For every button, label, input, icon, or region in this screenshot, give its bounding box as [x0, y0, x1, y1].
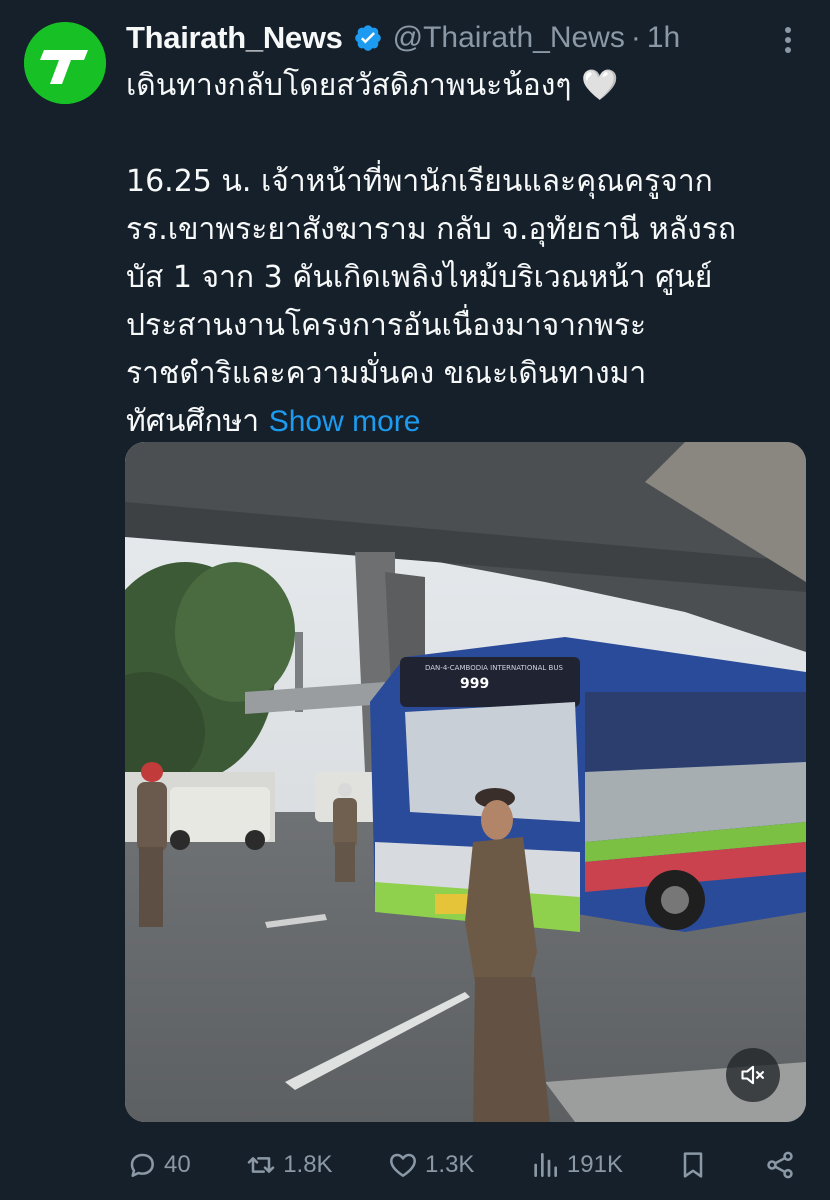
repost-button[interactable]: 1.8K	[245, 1149, 333, 1181]
bookmark-icon	[684, 1152, 703, 1178]
separator-dot: ·	[630, 21, 641, 54]
repost-count: 1.8K	[283, 1151, 333, 1178]
text-line: ราชดำริและความมั่นคง ขณะเดินทางมา	[126, 356, 647, 391]
bus-banner: DAN-4-CAMBODIA INTERNATIONAL BUS	[425, 664, 563, 672]
text-line: ประสานงานโครงการอันเนื่องมาจากพระ	[126, 308, 647, 343]
bus-number: 999	[460, 676, 489, 692]
reply-button[interactable]: 40	[126, 1149, 191, 1181]
timestamp[interactable]: 1h	[647, 21, 680, 55]
like-count: 1.3K	[425, 1151, 475, 1178]
view-count: 191K	[566, 1151, 623, 1178]
avatar[interactable]	[24, 22, 106, 104]
repost-icon	[247, 1157, 275, 1173]
show-more-link[interactable]: Show more	[269, 405, 421, 438]
handle[interactable]: @Thairath_News	[393, 21, 625, 55]
views-button[interactable]: 191K	[529, 1149, 623, 1181]
text-line: 16.25 น. เจ้าหน้าที่พานักเรียนและคุณครูจ…	[126, 164, 713, 199]
speaker-muted-icon[interactable]	[726, 1048, 780, 1102]
text-line: ทัศนศึกษา Show more	[126, 398, 816, 446]
tweet-header: Thairath_News @Thairath_News · 1h	[126, 16, 810, 60]
verified-badge-icon[interactable]	[353, 23, 383, 53]
share-button[interactable]	[764, 1149, 796, 1181]
thairath-logo-icon	[24, 22, 106, 104]
video-frame: 999 DAN-4-CAMBODIA INTERNATIONAL BUS	[125, 442, 806, 1122]
reply-icon	[130, 1153, 154, 1177]
reply-count: 40	[164, 1151, 191, 1178]
action-bar: 40 1.8K 1.3K 191K	[126, 1140, 796, 1190]
like-button[interactable]: 1.3K	[387, 1149, 474, 1181]
text-line: รร.เขาพระยาสังฆาราม กลับ จ.อุทัยธานี หลั…	[126, 212, 737, 247]
share-icon	[767, 1151, 793, 1179]
tweet-text: เดินทางกลับโดยสวัสดิภาพนะน้องๆ 🤍 16.25 น…	[126, 62, 816, 446]
heart-icon	[390, 1153, 417, 1177]
text-last-line: ทัศนศึกษา	[126, 404, 260, 439]
video-player[interactable]: 999 DAN-4-CAMBODIA INTERNATIONAL BUS	[125, 442, 806, 1122]
display-name[interactable]: Thairath_News	[126, 20, 343, 56]
bookmark-button[interactable]	[677, 1149, 709, 1181]
views-chart-icon	[534, 1153, 557, 1177]
tweet: Thairath_News @Thairath_News · 1h เดินทา…	[0, 0, 830, 1200]
text-line: เดินทางกลับโดยสวัสดิภาพนะน้องๆ 🤍	[126, 68, 619, 103]
more-options-icon[interactable]	[768, 20, 808, 60]
text-line: บัส 1 จาก 3 คันเกิดเพลิงไหม้บริเวณหน้า ศ…	[126, 260, 713, 295]
